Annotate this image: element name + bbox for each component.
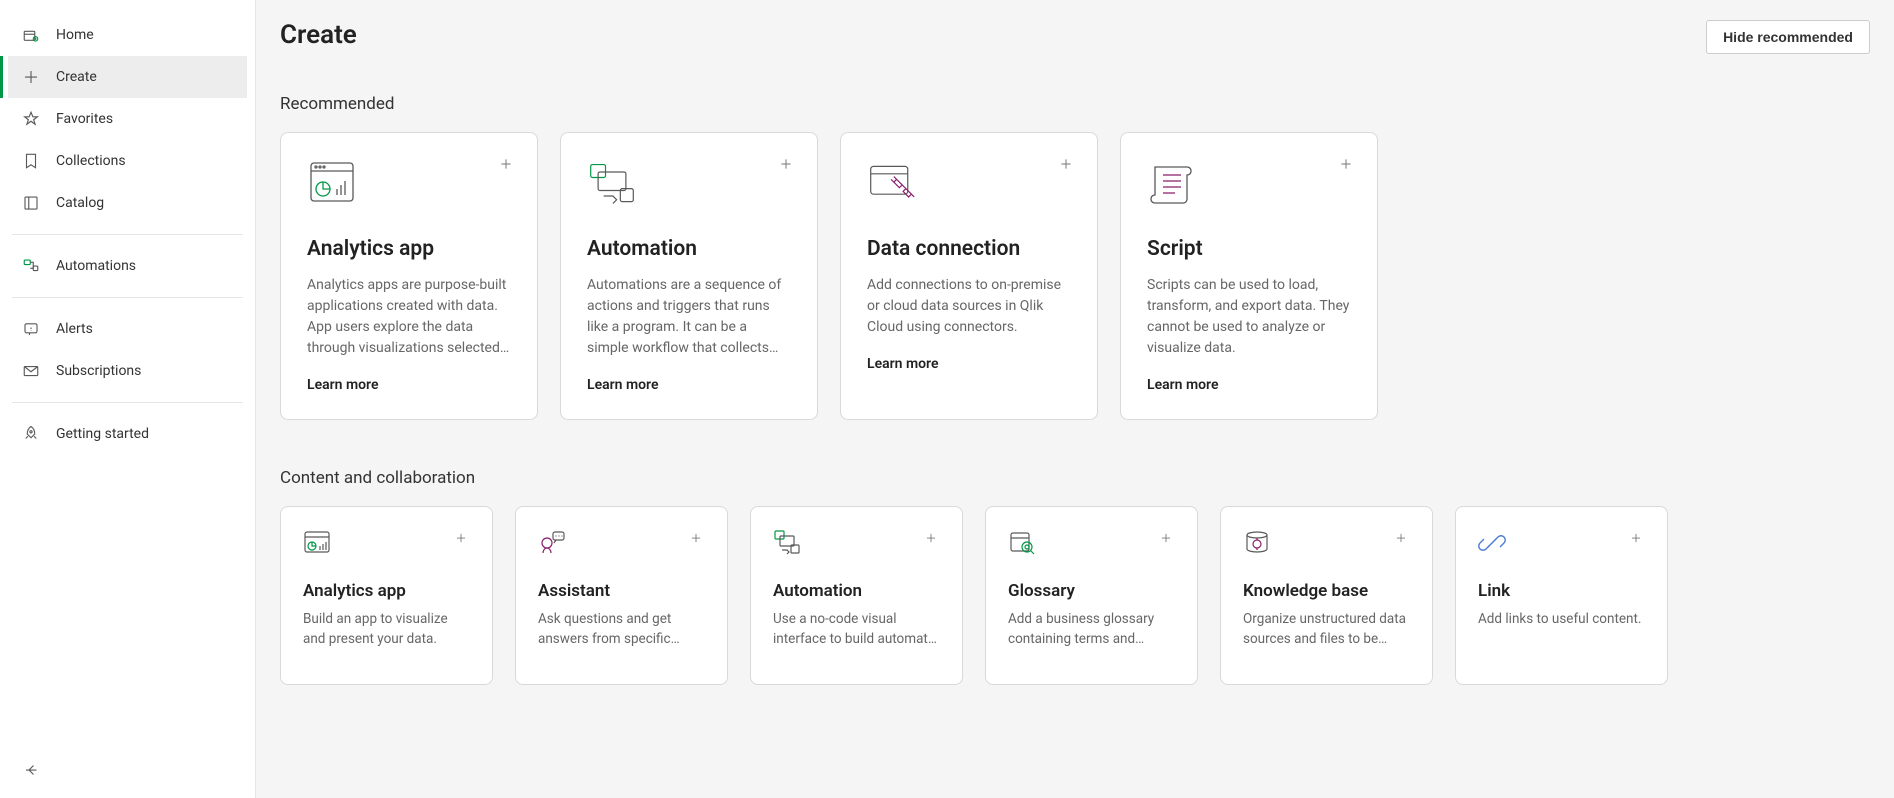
- add-button[interactable]: [1625, 527, 1647, 549]
- add-button[interactable]: [685, 527, 707, 549]
- alert-icon: [22, 320, 40, 338]
- card-link[interactable]: Link Add links to useful content.: [1455, 506, 1668, 685]
- card-analytics-app-small[interactable]: Analytics app Build an app to visualize …: [280, 506, 493, 685]
- card-data-connection[interactable]: Data connection Add connections to on-pr…: [840, 132, 1098, 420]
- sidebar-item-label: Subscriptions: [56, 363, 141, 379]
- star-icon: [22, 110, 40, 128]
- sidebar-item-collections[interactable]: Collections: [8, 140, 247, 182]
- learn-more-link[interactable]: Learn more: [587, 377, 791, 393]
- sidebar: Home Create Favorites Collections Catalo…: [0, 0, 256, 798]
- page-title: Create: [280, 20, 357, 50]
- analytics-app-icon: [307, 159, 357, 209]
- sidebar-item-label: Getting started: [56, 426, 149, 442]
- learn-more-link[interactable]: Learn more: [307, 377, 511, 393]
- add-button[interactable]: [1390, 527, 1412, 549]
- sidebar-item-create[interactable]: Create: [8, 56, 247, 98]
- card-description: Add links to useful content.: [1478, 609, 1645, 629]
- divider: [12, 297, 243, 298]
- card-knowledge-base[interactable]: Knowledge base Organize unstructured dat…: [1220, 506, 1433, 685]
- card-description: Use a no-code visual interface to build …: [773, 609, 940, 650]
- sidebar-item-favorites[interactable]: Favorites: [8, 98, 247, 140]
- card-script[interactable]: Script Scripts can be used to load, tran…: [1120, 132, 1378, 420]
- mail-icon: [22, 362, 40, 380]
- automation-icon: [773, 529, 801, 557]
- divider: [12, 234, 243, 235]
- add-button[interactable]: [1155, 527, 1177, 549]
- script-icon: [1147, 159, 1197, 209]
- card-description: Add connections to on-premise or cloud d…: [867, 275, 1071, 338]
- card-automation-small[interactable]: Automation Use a no-code visual interfac…: [750, 506, 963, 685]
- automation-icon: [22, 257, 40, 275]
- sidebar-item-label: Favorites: [56, 111, 113, 127]
- card-assistant[interactable]: Assistant Ask questions and get answers …: [515, 506, 728, 685]
- sidebar-item-label: Home: [56, 27, 94, 43]
- sidebar-item-automations[interactable]: Automations: [8, 245, 247, 287]
- catalog-icon: [22, 194, 40, 212]
- card-description: Scripts can be used to load, transform, …: [1147, 275, 1351, 359]
- card-description: Build an app to visualize and present yo…: [303, 609, 470, 650]
- sidebar-item-label: Alerts: [56, 321, 93, 337]
- sidebar-item-subscriptions[interactable]: Subscriptions: [8, 350, 247, 392]
- sidebar-item-getting-started[interactable]: Getting started: [8, 413, 247, 455]
- main-content: Create Hide recommended Recommended Anal…: [256, 0, 1894, 798]
- card-title: Data connection: [867, 237, 1071, 261]
- learn-more-link[interactable]: Learn more: [867, 356, 1071, 372]
- card-title: Automation: [773, 581, 940, 601]
- card-glossary[interactable]: Glossary Add a business glossary contain…: [985, 506, 1198, 685]
- plus-icon: [22, 68, 40, 86]
- card-title: Analytics app: [303, 581, 470, 601]
- card-title: Assistant: [538, 581, 705, 601]
- sidebar-item-alerts[interactable]: Alerts: [8, 308, 247, 350]
- card-description: Automations are a sequence of actions an…: [587, 275, 791, 359]
- card-title: Script: [1147, 237, 1351, 261]
- add-button[interactable]: [1335, 153, 1357, 175]
- add-button[interactable]: [450, 527, 472, 549]
- card-description: Organize unstructured data sources and f…: [1243, 609, 1410, 650]
- section-title-content: Content and collaboration: [280, 468, 1870, 488]
- sidebar-item-label: Collections: [56, 153, 126, 169]
- sidebar-item-catalog[interactable]: Catalog: [8, 182, 247, 224]
- data-connection-icon: [867, 159, 917, 209]
- analytics-app-icon: [303, 529, 331, 557]
- card-title: Glossary: [1008, 581, 1175, 601]
- hide-recommended-button[interactable]: Hide recommended: [1706, 20, 1870, 54]
- sidebar-item-label: Automations: [56, 258, 136, 274]
- card-title: Analytics app: [307, 237, 511, 261]
- card-title: Automation: [587, 237, 791, 261]
- sidebar-item-label: Create: [56, 69, 97, 85]
- add-button[interactable]: [775, 153, 797, 175]
- card-automation[interactable]: Automation Automations are a sequence of…: [560, 132, 818, 420]
- bookmark-icon: [22, 152, 40, 170]
- assistant-icon: [538, 529, 566, 557]
- add-button[interactable]: [1055, 153, 1077, 175]
- learn-more-link[interactable]: Learn more: [1147, 377, 1351, 393]
- glossary-icon: [1008, 529, 1036, 557]
- home-icon: [22, 26, 40, 44]
- card-title: Link: [1478, 581, 1645, 601]
- sidebar-item-label: Catalog: [56, 195, 104, 211]
- link-icon: [1478, 529, 1506, 557]
- automation-icon: [587, 159, 637, 209]
- rocket-icon: [22, 425, 40, 443]
- card-title: Knowledge base: [1243, 581, 1410, 601]
- knowledge-base-icon: [1243, 529, 1271, 557]
- divider: [12, 402, 243, 403]
- card-analytics-app[interactable]: Analytics app Analytics apps are purpose…: [280, 132, 538, 420]
- content-cards: Analytics app Build an app to visualize …: [280, 506, 1870, 685]
- card-description: Ask questions and get answers from speci…: [538, 609, 705, 650]
- add-button[interactable]: [920, 527, 942, 549]
- add-button[interactable]: [495, 153, 517, 175]
- collapse-sidebar-button[interactable]: [18, 756, 46, 784]
- sidebar-item-home[interactable]: Home: [8, 14, 247, 56]
- section-title-recommended: Recommended: [280, 94, 1870, 114]
- recommended-cards: Analytics app Analytics apps are purpose…: [280, 132, 1870, 420]
- card-description: Add a business glossary containing terms…: [1008, 609, 1175, 650]
- card-description: Analytics apps are purpose-built applica…: [307, 275, 511, 359]
